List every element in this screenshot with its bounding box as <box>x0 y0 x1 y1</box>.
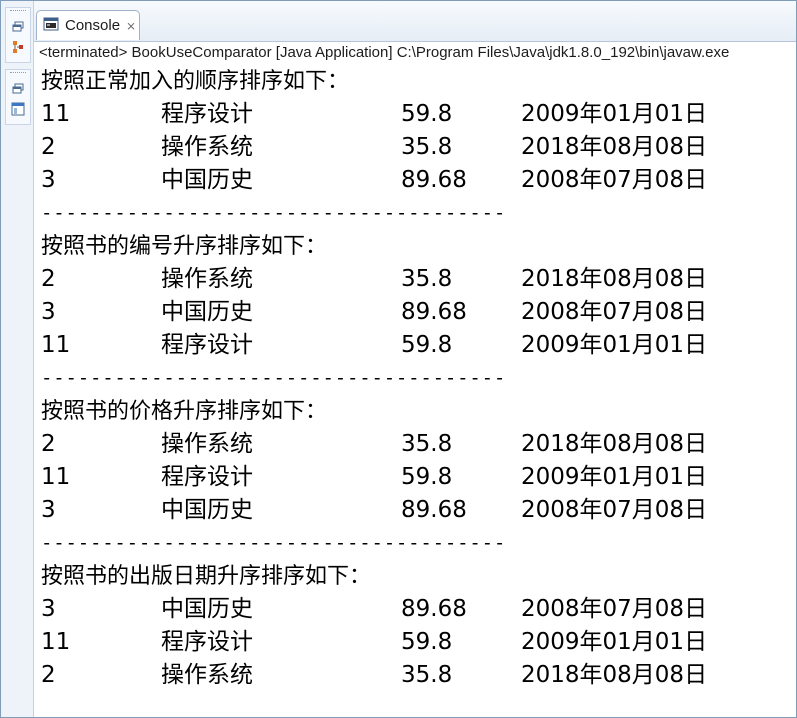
book-price: 59.8 <box>401 629 453 655</box>
book-row: 3 中国历史 89.68 2008年07月08日 <box>41 494 791 527</box>
book-row: 11 程序设计 59.8 2009年01月01日 <box>41 626 791 659</box>
book-row: 11 程序设计 59.8 2009年01月01日 <box>41 461 791 494</box>
book-id: 11 <box>41 464 71 490</box>
book-id: 2 <box>41 662 56 688</box>
separator-line: -------------------------------------- <box>41 367 507 389</box>
book-name: 程序设计 <box>161 629 253 655</box>
book-price: 59.8 <box>401 464 453 490</box>
book-date: 2008年07月08日 <box>521 497 708 523</box>
separator-line: -------------------------------------- <box>41 202 507 224</box>
book-row: 3 中国历史 89.68 2008年07月08日 <box>41 296 791 329</box>
book-id: 3 <box>41 167 56 193</box>
book-price: 59.8 <box>401 332 453 358</box>
book-date: 2008年07月08日 <box>521 167 708 193</box>
book-name: 中国历史 <box>161 167 253 193</box>
section-heading: 按照书的出版日期升序排序如下： <box>41 564 372 589</box>
console-output[interactable]: 按照正常加入的顺序排序如下： 11 程序设计 59.8 2009年01月01日 2 操作系统… <box>41 65 791 713</box>
book-id: 2 <box>41 134 56 160</box>
console-window: Console ⨯ <terminated> BookUseComparator… <box>0 0 797 718</box>
book-date: 2008年07月08日 <box>521 596 708 622</box>
book-name: 操作系统 <box>161 662 253 688</box>
book-name: 程序设计 <box>161 464 253 490</box>
book-price: 89.68 <box>401 596 467 622</box>
book-id: 11 <box>41 332 71 358</box>
book-id: 3 <box>41 299 56 325</box>
book-id: 11 <box>41 629 71 655</box>
book-name: 中国历史 <box>161 497 253 523</box>
book-id: 2 <box>41 266 56 292</box>
book-date: 2009年01月01日 <box>521 332 708 358</box>
book-price: 35.8 <box>401 431 453 457</box>
book-id: 3 <box>41 596 56 622</box>
tab-label: Console <box>65 17 121 34</box>
book-row: 11 程序设计 59.8 2009年01月01日 <box>41 329 791 362</box>
sort-icon[interactable] <box>10 39 26 55</box>
book-row: 2 操作系统 35.8 2018年08月08日 <box>41 659 791 692</box>
toolbar-group-bottom <box>5 69 31 125</box>
book-date: 2018年08月08日 <box>521 266 708 292</box>
book-date: 2009年01月01日 <box>521 101 708 127</box>
book-price: 59.8 <box>401 101 453 127</box>
book-date: 2018年08月08日 <box>521 431 708 457</box>
section-heading: 按照书的编号升序排序如下： <box>41 234 328 259</box>
book-id: 2 <box>41 431 56 457</box>
book-name: 中国历史 <box>161 299 253 325</box>
book-price: 35.8 <box>401 134 453 160</box>
console-icon <box>43 16 59 36</box>
book-row: 3 中国历史 89.68 2008年07月08日 <box>41 164 791 197</box>
book-name: 操作系统 <box>161 266 253 292</box>
book-name: 中国历史 <box>161 596 253 622</box>
close-icon[interactable]: ⨯ <box>126 20 136 32</box>
restore-icon[interactable] <box>10 81 26 97</box>
book-date: 2018年08月08日 <box>521 134 708 160</box>
book-price: 89.68 <box>401 299 467 325</box>
section-heading: 按照正常加入的顺序排序如下： <box>41 69 350 94</box>
book-date: 2009年01月01日 <box>521 629 708 655</box>
book-date: 2008年07月08日 <box>521 299 708 325</box>
book-date: 2018年08月08日 <box>521 662 708 688</box>
book-row: 11 程序设计 59.8 2009年01月01日 <box>41 98 791 131</box>
restore-icon[interactable] <box>10 19 26 35</box>
tab-console[interactable]: Console ⨯ <box>36 10 140 40</box>
book-name: 程序设计 <box>161 101 253 127</box>
drag-grip[interactable] <box>10 10 26 15</box>
view-tab-bar: Console ⨯ <box>34 1 796 42</box>
book-price: 35.8 <box>401 266 453 292</box>
book-id: 3 <box>41 497 56 523</box>
book-row: 2 操作系统 35.8 2018年08月08日 <box>41 263 791 296</box>
book-row: 3 中国历史 89.68 2008年07月08日 <box>41 593 791 626</box>
book-price: 89.68 <box>401 497 467 523</box>
section-heading: 按照书的价格升序排序如下： <box>41 399 328 424</box>
book-id: 11 <box>41 101 71 127</box>
book-row: 2 操作系统 35.8 2018年08月08日 <box>41 131 791 164</box>
drag-grip[interactable] <box>10 72 26 77</box>
process-status-line: <terminated> BookUseComparator [Java App… <box>39 44 730 61</box>
book-row: 2 操作系统 35.8 2018年08月08日 <box>41 428 791 461</box>
console-view-icon[interactable] <box>10 101 26 117</box>
book-price: 89.68 <box>401 167 467 193</box>
book-price: 35.8 <box>401 662 453 688</box>
view-toolbar-sidebar <box>1 1 34 717</box>
separator-line: -------------------------------------- <box>41 532 507 554</box>
book-name: 操作系统 <box>161 431 253 457</box>
book-name: 操作系统 <box>161 134 253 160</box>
toolbar-group-top <box>5 7 31 63</box>
book-name: 程序设计 <box>161 332 253 358</box>
book-date: 2009年01月01日 <box>521 464 708 490</box>
